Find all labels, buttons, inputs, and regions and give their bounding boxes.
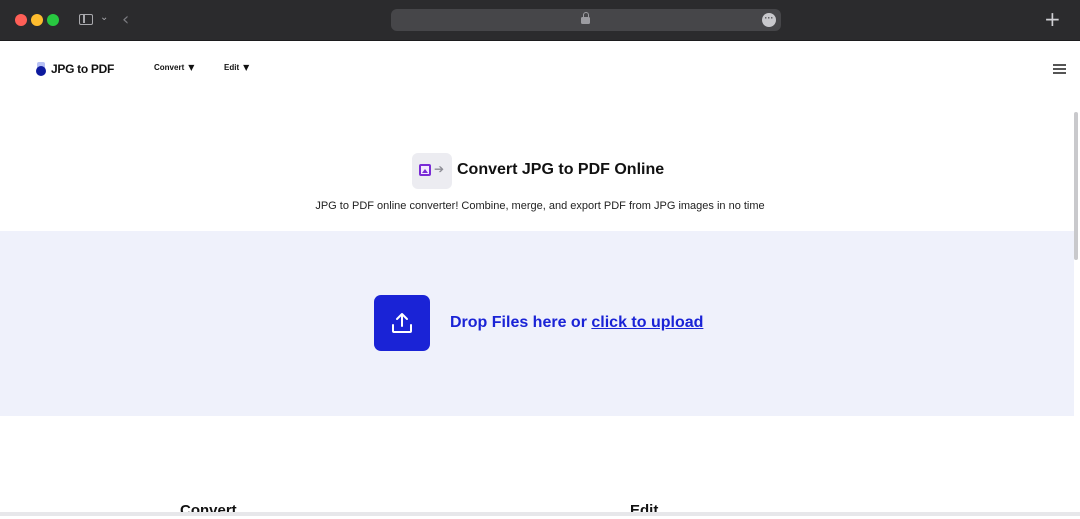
minimize-window-button[interactable]: [31, 14, 43, 26]
chevron-down-icon[interactable]: ⌄: [100, 12, 108, 23]
caret-down-icon: ▼: [243, 63, 250, 72]
zoom-window-button[interactable]: [47, 14, 59, 26]
address-bar[interactable]: ···: [391, 9, 781, 31]
logo-icon: [36, 62, 47, 76]
page-scrollbar[interactable]: [1074, 112, 1078, 260]
file-drop-zone[interactable]: Drop Files here or click to upload: [0, 231, 1074, 416]
nav-convert-label: Convert: [154, 63, 185, 72]
footer-convert-heading: Convert: [180, 502, 237, 519]
upload-button[interactable]: [374, 295, 430, 351]
new-tab-button[interactable]: +: [1044, 7, 1061, 31]
click-to-upload-link[interactable]: click to upload: [591, 314, 703, 331]
close-window-button[interactable]: [15, 14, 27, 26]
upload-prompt: Drop Files here or click to upload: [450, 314, 703, 332]
nav-convert-menu[interactable]: Convert ▼: [154, 63, 194, 72]
hamburger-menu-icon[interactable]: [1053, 64, 1066, 76]
nav-edit-label: Edit: [224, 63, 240, 72]
bottom-edge: [0, 512, 1080, 516]
caret-down-icon: ▼: [188, 63, 195, 72]
site-logo[interactable]: JPG to PDF: [36, 62, 114, 76]
jpg-to-pdf-icon: ➔: [412, 153, 452, 189]
drop-files-text: Drop Files here or: [450, 314, 587, 331]
browser-toolbar: ⌄ ‹ ··· +: [0, 0, 1080, 41]
footer-edit-heading: Edit: [630, 502, 659, 519]
logo-text: JPG to PDF: [51, 62, 115, 76]
page-subtitle: JPG to PDF online converter! Combine, me…: [315, 200, 765, 212]
site-header: JPG to PDF Convert ▼ Edit ▼: [0, 41, 1080, 97]
lock-icon: [581, 12, 590, 24]
sidebar-toggle-icon[interactable]: [79, 14, 93, 25]
arrow-right-icon: ➔: [434, 162, 445, 176]
image-icon: [419, 164, 431, 176]
nav-edit-menu[interactable]: Edit ▼: [224, 63, 249, 72]
upload-icon: [392, 313, 412, 333]
page-title: Convert JPG to PDF Online: [457, 161, 665, 178]
back-button[interactable]: ‹: [122, 9, 129, 30]
more-options-icon[interactable]: ···: [762, 13, 776, 27]
